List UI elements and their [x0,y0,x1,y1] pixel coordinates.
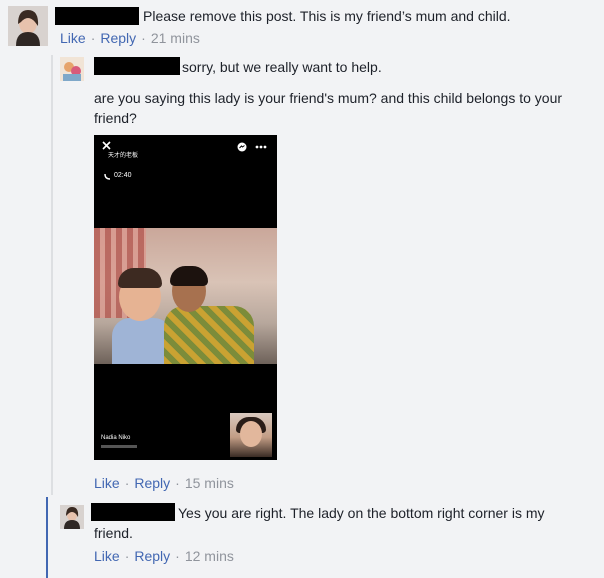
timestamp[interactable]: 15 mins [185,475,234,491]
lady-figure [164,306,254,364]
timestamp[interactable]: 21 mins [151,30,200,46]
phone-icon [104,173,111,180]
reply-link[interactable]: Reply [100,30,136,46]
reply-link[interactable]: Reply [134,475,170,491]
caller-title: 天才的老板 [108,153,139,159]
avatar[interactable] [60,505,84,529]
call-duration: 02:40 [114,172,132,179]
thread-line [51,55,53,495]
separator: · [175,548,180,564]
comment-text: Please remove this post. This is my frie… [143,8,511,24]
like-link[interactable]: Like [94,548,120,564]
self-view-inset [230,413,272,457]
comment-actions: Like · Reply · 21 mins [60,29,200,47]
reply-link[interactable]: Reply [134,548,170,564]
video-screenshot[interactable]: 天才的老板 02:40 Nadia Niko [94,135,277,460]
thread-line-active [46,497,48,578]
like-link[interactable]: Like [60,30,86,46]
separator: · [124,475,130,491]
lady-hair [170,266,208,286]
redacted-name [55,7,139,25]
inset-face [240,421,262,447]
status-bar [101,445,137,448]
avatar[interactable] [8,6,48,46]
close-icon [102,141,111,150]
separator: · [141,30,146,46]
separator: · [175,475,180,491]
comment-actions: Like · Reply · 12 mins [94,547,234,565]
avatar-image [8,6,48,46]
timestamp[interactable]: 12 mins [185,548,234,564]
comment-text: are you saying this lady is your friend'… [94,90,563,126]
avatar-image [60,505,84,529]
more-icon [255,145,267,149]
comment-text: sorry, but we really want to help. [182,59,382,75]
child-hair [118,268,162,288]
comment-text: Yes you are right. The lady on the botto… [94,505,545,541]
like-link[interactable]: Like [94,475,120,491]
messenger-icon [237,142,247,152]
child-figure [112,318,172,364]
comment-actions: Like · Reply · 15 mins [94,474,234,492]
separator: · [124,548,130,564]
avatar-image [60,57,84,81]
redacted-name [94,57,180,75]
avatar[interactable] [60,57,84,81]
separator: · [90,30,96,46]
video-frame [94,228,277,364]
caller-name: Nadia Niko [101,435,131,441]
